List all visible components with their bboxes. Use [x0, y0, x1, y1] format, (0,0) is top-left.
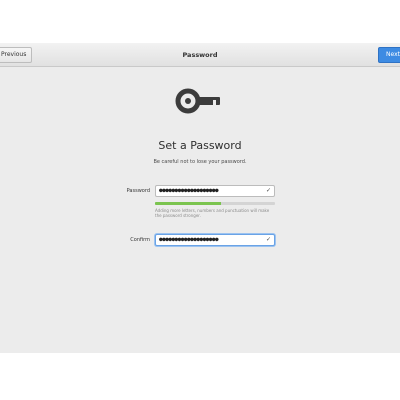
password-label: Password: [126, 188, 150, 194]
main-title: Set a Password: [158, 139, 242, 152]
confirm-field[interactable]: ●●●●●●●●●●●●●●●●●●● ✓: [155, 234, 275, 246]
confirm-check-icon: ✓: [265, 236, 271, 243]
key-icon: [175, 88, 220, 114]
next-button[interactable]: Next: [378, 47, 400, 63]
main-subtitle: Be careful not to lose your password.: [153, 159, 247, 165]
password-strength-fill: [155, 202, 221, 205]
setup-window: Previous Password Next Set a Password Be…: [0, 43, 400, 353]
password-strength-bar: [155, 202, 275, 205]
password-value: ●●●●●●●●●●●●●●●●●●●: [159, 187, 219, 194]
password-check-icon: ✓: [265, 187, 271, 194]
page-title: Password: [182, 51, 218, 59]
confirm-label: Confirm: [130, 237, 150, 243]
confirm-value: ●●●●●●●●●●●●●●●●●●●: [159, 236, 219, 243]
headerbar: Previous Password Next: [0, 43, 400, 67]
password-field[interactable]: ●●●●●●●●●●●●●●●●●●● ✓: [155, 185, 275, 197]
password-hint: Adding more letters, numbers and punctua…: [155, 208, 270, 218]
